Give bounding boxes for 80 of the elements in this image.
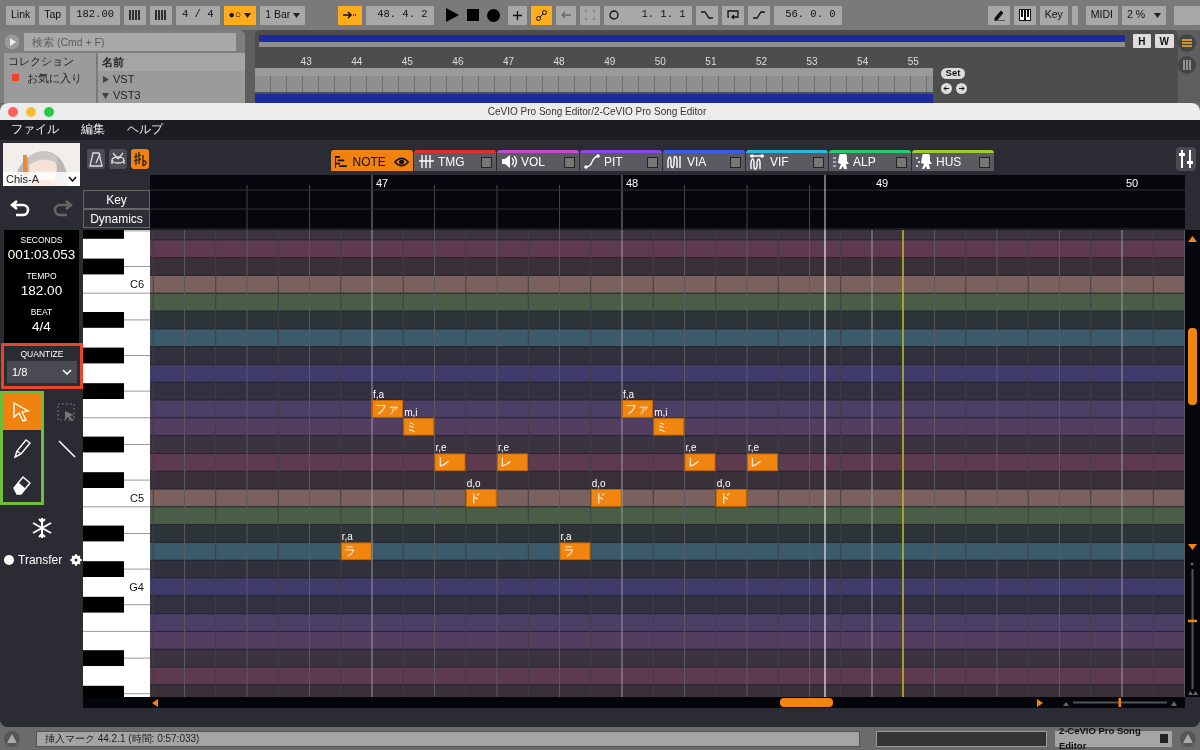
- phoneme-label: r,e: [498, 442, 510, 454]
- bar-number: 47: [376, 177, 389, 189]
- editor-tab[interactable]: VOL: [497, 150, 579, 171]
- phoneme-label: d,o: [591, 478, 606, 489]
- key-label: C6: [129, 278, 144, 291]
- bar-number: 50: [654, 56, 666, 67]
- cpu-dropdown[interactable]: 2 %: [1122, 5, 1166, 25]
- tempo-value: 182.00: [19, 282, 64, 300]
- quantize-select[interactable]: 1/8: [7, 361, 77, 383]
- field-label: SECONDS: [19, 234, 64, 246]
- signature-field[interactable]: 4 / 4: [176, 5, 220, 25]
- key-label: G4: [129, 581, 144, 593]
- phoneme-label: f,a: [373, 389, 385, 400]
- phoneme-label: r,e: [748, 442, 760, 454]
- beat-value: 4/4: [31, 318, 52, 336]
- lane-button[interactable]: Key: [83, 190, 150, 209]
- editor-tab[interactable]: VIA: [663, 150, 745, 171]
- key-label: C5: [129, 492, 144, 504]
- bar-number: 45: [401, 56, 413, 67]
- menu-item[interactable]: ファイル: [11, 121, 59, 139]
- bar-number: 52: [755, 56, 768, 67]
- menu-item[interactable]: 編集: [81, 121, 105, 139]
- phoneme-label: d,o: [466, 478, 481, 489]
- status-field: 挿入マーク 44.2.1 (時間: 0:57:033): [35, 730, 861, 747]
- editor-tab[interactable]: ALP: [829, 150, 911, 171]
- bar-number: 43: [300, 56, 312, 67]
- position-field[interactable]: 48. 4. 2: [365, 5, 434, 25]
- field-label: TEMPO: [25, 270, 58, 282]
- menu-item[interactable]: ヘルプ: [127, 121, 163, 139]
- bar-number: 44: [351, 56, 363, 67]
- browser-item[interactable]: VST: [113, 70, 135, 88]
- view-button[interactable]: H: [1133, 34, 1151, 48]
- field-label: QUANTIZE: [20, 349, 64, 359]
- editor-tab[interactable]: NOTE: [331, 150, 413, 171]
- tempo-field[interactable]: 182.00: [70, 5, 120, 25]
- collection-item[interactable]: お気に入り: [27, 69, 82, 86]
- phoneme-label: d,o: [716, 478, 731, 489]
- quantize-dropdown[interactable]: 1 Bar: [260, 5, 306, 25]
- lane-button[interactable]: Dynamics: [83, 209, 150, 228]
- loop-length-field[interactable]: 56. 0. 0: [773, 5, 842, 25]
- editor-tab[interactable]: VIF: [746, 150, 828, 171]
- phoneme-label: m,i: [654, 406, 668, 418]
- loop-start-field[interactable]: 1. 1. 1: [623, 5, 692, 25]
- bar-number: 50: [1126, 177, 1139, 189]
- view-button[interactable]: W: [1154, 34, 1174, 48]
- transfer-label[interactable]: Transfer: [18, 551, 63, 569]
- bar-number: 48: [626, 177, 639, 189]
- seconds-value: 001:03.053: [6, 246, 77, 264]
- tempo-button[interactable]: Tap: [39, 5, 67, 25]
- bar-number: 49: [604, 56, 616, 67]
- column-header: コレクション: [7, 54, 75, 69]
- set-button[interactable]: Set: [940, 68, 965, 79]
- phoneme-label: r,a: [341, 531, 353, 543]
- device-title[interactable]: 2-CeVIO Pro Song Editor: [1054, 730, 1173, 747]
- count-in-dropdown[interactable]: ●○: [223, 5, 257, 25]
- bar-number: 53: [806, 56, 818, 67]
- singer-dropdown[interactable]: Chis-A: [3, 172, 80, 186]
- editor-tab[interactable]: TMG: [414, 150, 496, 171]
- midi-map-button[interactable]: MIDI: [1085, 5, 1118, 25]
- phoneme-label: m,i: [404, 406, 418, 418]
- bar-number: 51: [705, 56, 717, 67]
- column-header[interactable]: 名前: [98, 53, 245, 71]
- bar-number: 49: [876, 177, 889, 189]
- phoneme-label: f,a: [623, 389, 635, 400]
- phoneme-label: r,e: [685, 442, 697, 454]
- tempo-button[interactable]: Link: [6, 5, 36, 25]
- search-field[interactable]: 検索 (Cmd + F): [24, 32, 236, 51]
- editor-tab[interactable]: PIT: [580, 150, 662, 171]
- key-map-button[interactable]: Key: [1039, 5, 1068, 25]
- bar-number: 48: [553, 56, 565, 67]
- field-label: BEAT: [29, 306, 54, 318]
- phoneme-label: r,e: [435, 442, 447, 454]
- browser-item[interactable]: VST3: [113, 86, 141, 104]
- bar-number: 47: [502, 56, 515, 67]
- editor-tab[interactable]: HUS: [912, 150, 994, 171]
- bar-number: 46: [452, 56, 464, 67]
- phoneme-label: r,a: [560, 531, 572, 543]
- bar-number: 54: [857, 56, 869, 67]
- bar-number: 55: [907, 56, 919, 67]
- window-title: CeVIO Pro Song Editor/2-CeVIO Pro Song Editor: [487, 105, 707, 119]
